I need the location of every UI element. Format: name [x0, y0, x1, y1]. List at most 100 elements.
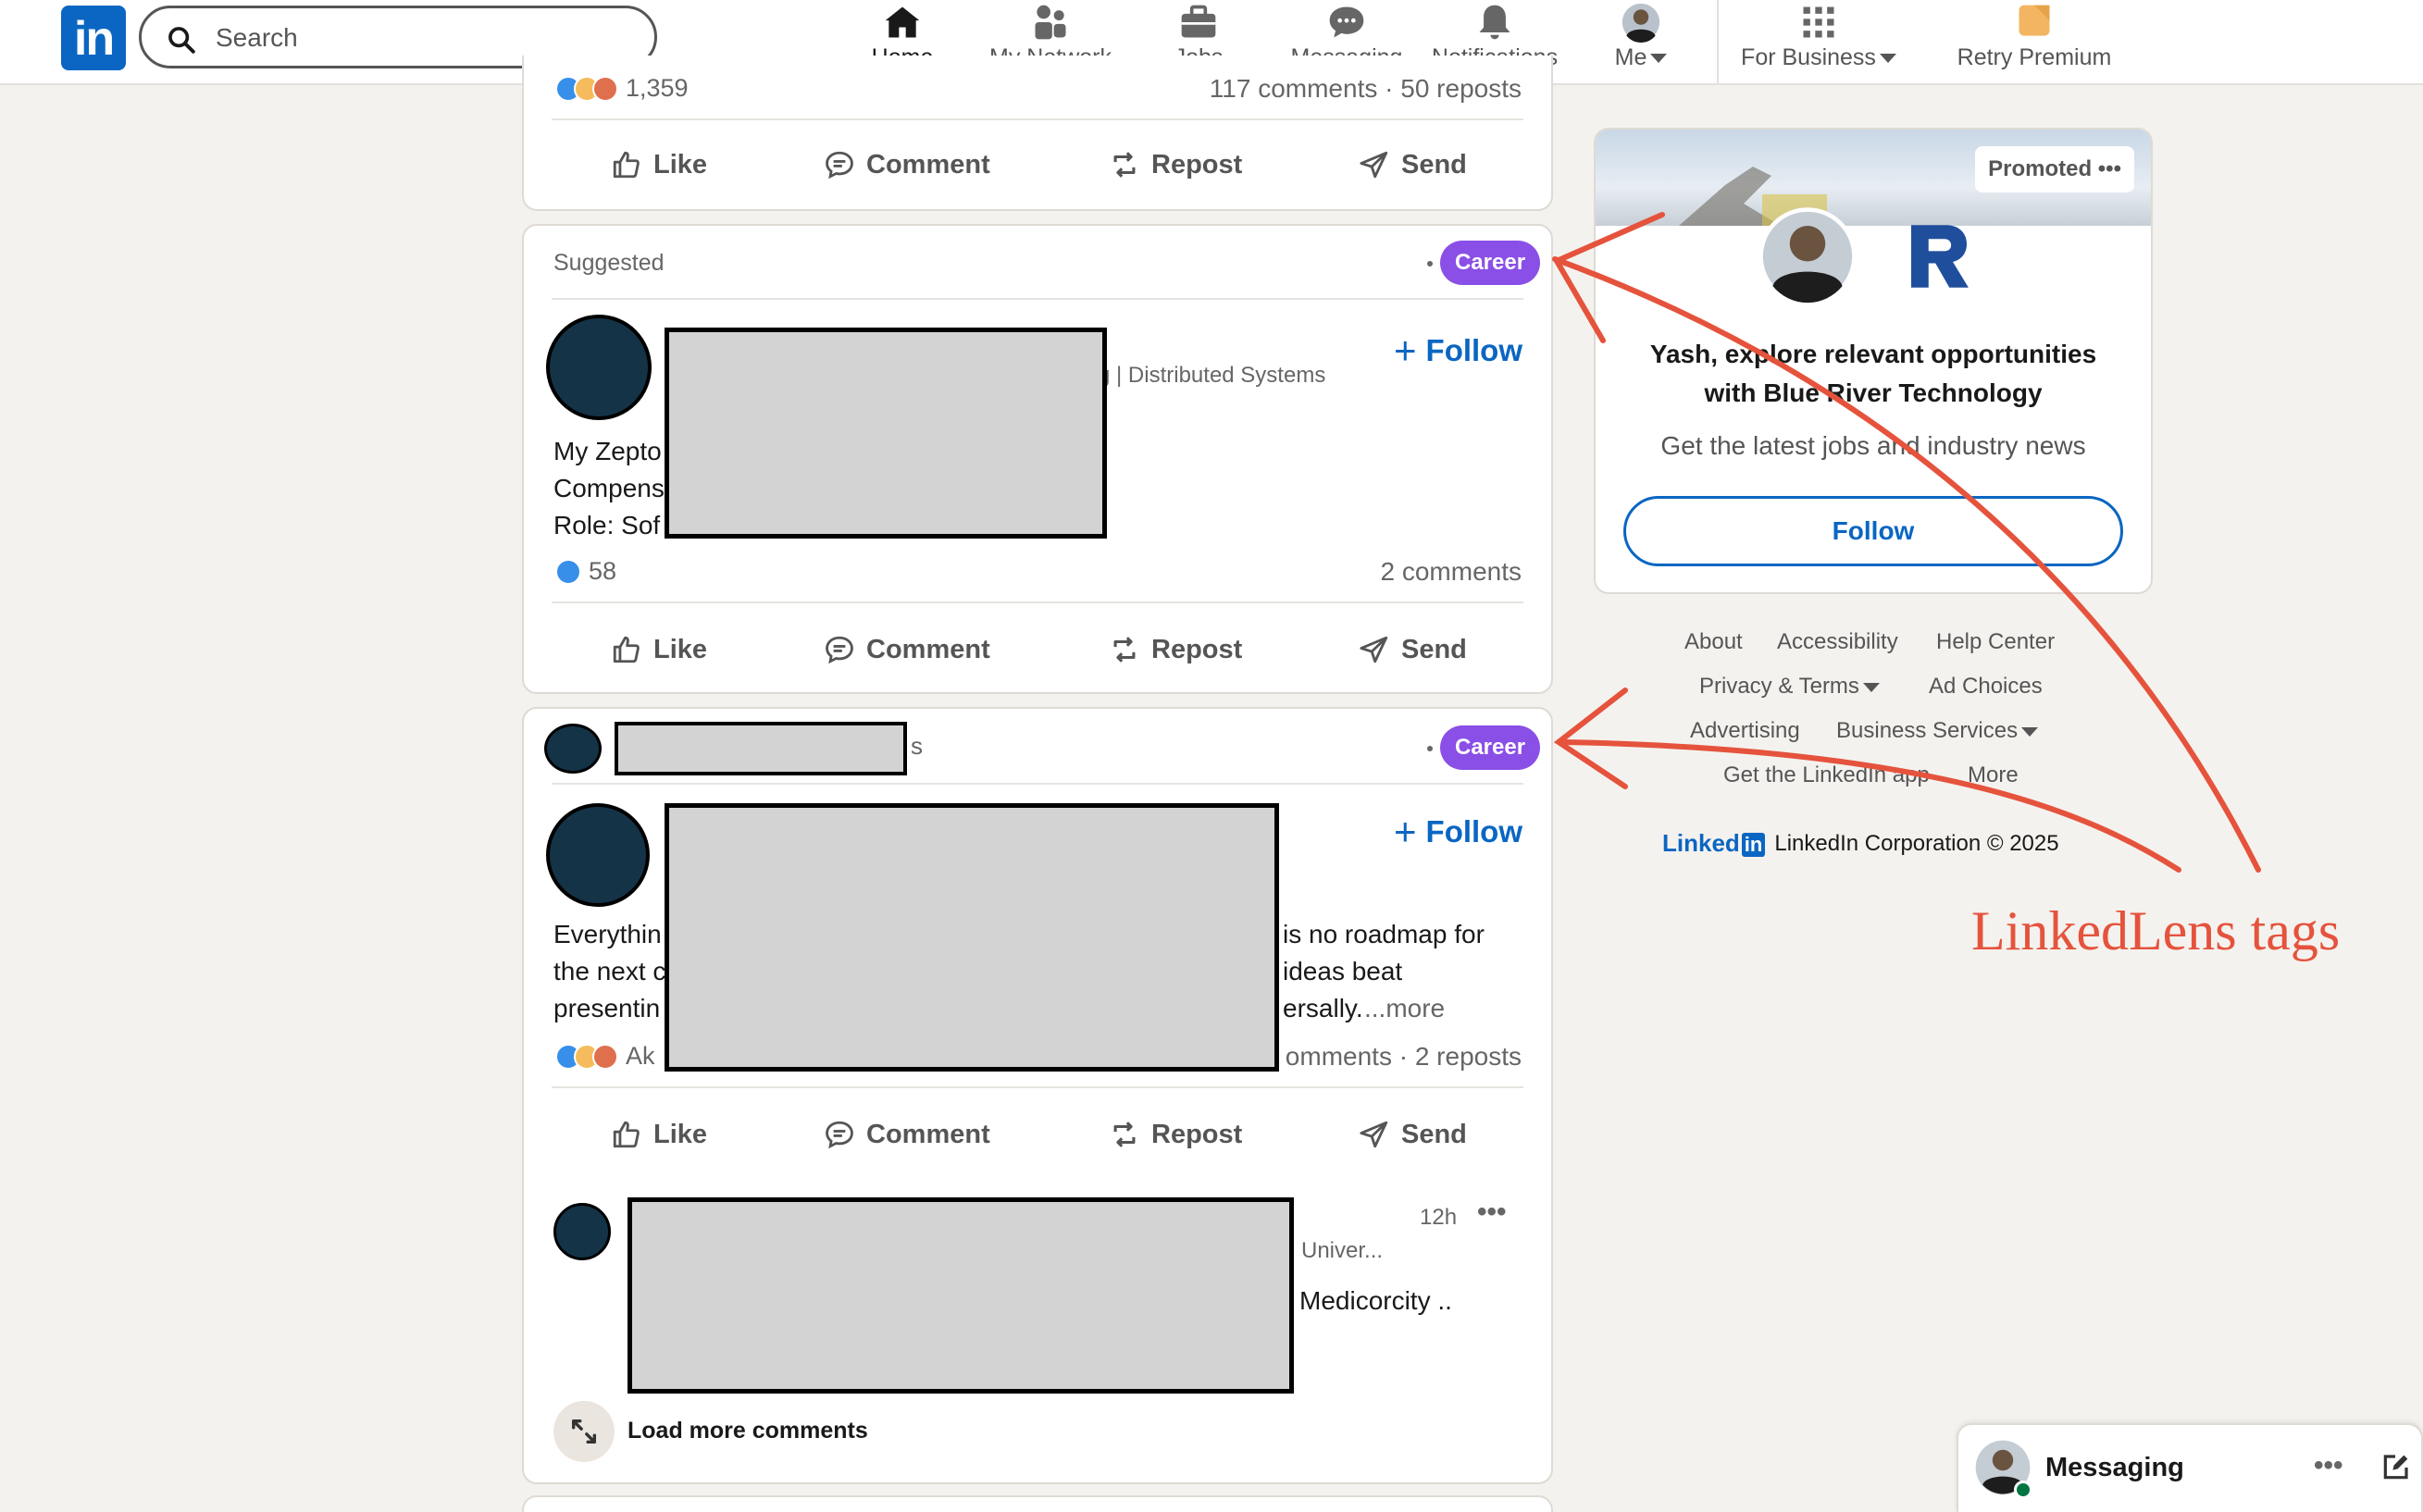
- more-options-icon[interactable]: •••: [2314, 1447, 2343, 1484]
- follow-label: Follow: [1425, 333, 1523, 367]
- search-input[interactable]: [216, 19, 623, 56]
- post-stats[interactable]: 117 comments · 50 reposts: [1210, 70, 1522, 107]
- repost-label: Repost: [1151, 149, 1243, 180]
- post-text-line: is no roadmap for: [1283, 920, 1485, 948]
- footer-link-ad-choices[interactable]: Ad Choices: [1929, 674, 2043, 700]
- post-text-line: the next c: [553, 957, 666, 985]
- divider: [552, 1086, 1523, 1088]
- repost-icon: [1113, 637, 1136, 663]
- annotation-arrowhead: [1553, 688, 1628, 789]
- divider: [552, 118, 1523, 120]
- comment-button[interactable]: Comment: [824, 1097, 990, 1171]
- nav-for-business[interactable]: For Business: [1731, 0, 1907, 85]
- post-text-line: ersally.: [1283, 994, 1363, 1022]
- reaction-summary[interactable]: Ak: [555, 1042, 655, 1071]
- post-text-line: ideas beat: [1283, 957, 1403, 985]
- premium-icon: [2019, 5, 2050, 36]
- comment-button[interactable]: Comment: [824, 128, 990, 202]
- comment-icon: [826, 636, 853, 664]
- footer-link-advertising[interactable]: Advertising: [1690, 718, 1800, 744]
- like-button[interactable]: Like: [611, 613, 707, 687]
- comment-label: Comment: [866, 149, 990, 180]
- like-button[interactable]: Like: [611, 128, 707, 202]
- redacted-block: [615, 722, 907, 775]
- post-text-line: Role: Sof: [553, 511, 661, 539]
- actor-avatar[interactable]: [544, 724, 602, 774]
- like-reaction-icon: [555, 558, 581, 585]
- compose-icon[interactable]: [2380, 1453, 2410, 1482]
- footer-link-privacy-terms[interactable]: Privacy & Terms: [1699, 674, 1880, 700]
- load-more-comments-label[interactable]: Load more comments: [627, 1412, 868, 1449]
- like-button[interactable]: Like: [611, 1097, 707, 1171]
- actor-name-suffix: s: [911, 732, 923, 760]
- footer-link-about[interactable]: About: [1684, 629, 1743, 655]
- follow-button[interactable]: + Follow: [1394, 812, 1522, 851]
- footer-link-help-center[interactable]: Help Center: [1936, 629, 2055, 655]
- comments-count[interactable]: 2 comments: [1381, 553, 1522, 590]
- promoted-label[interactable]: Promoted •••: [1975, 146, 2134, 192]
- career-tag: Career: [1440, 725, 1541, 770]
- footer-link-get-app[interactable]: Get the LinkedIn app: [1723, 762, 1930, 788]
- comment-icon: [826, 151, 853, 180]
- linkedin-logo[interactable]: in: [61, 6, 126, 70]
- repost-button[interactable]: Repost: [1109, 1097, 1242, 1171]
- repost-label: Repost: [1151, 634, 1243, 664]
- thumbs-up-icon: [613, 1121, 640, 1148]
- repost-icon: [1113, 152, 1136, 178]
- send-button[interactable]: Send: [1359, 128, 1467, 202]
- send-button[interactable]: Send: [1359, 613, 1467, 687]
- separator-dot: [1427, 261, 1433, 266]
- expand-icon: [571, 1419, 597, 1444]
- nav-separator: [1717, 0, 1719, 85]
- search-icon: [168, 27, 195, 54]
- comment-icon: [826, 1121, 853, 1149]
- comment-text: Medicorcity ..: [1299, 1286, 1452, 1315]
- ad-subtitle: Get the latest jobs and industry news: [1660, 431, 2086, 460]
- commenter-avatar[interactable]: [553, 1203, 611, 1260]
- redacted-block: [627, 1197, 1294, 1394]
- post-stats[interactable]: omments · 2 reposts: [1286, 1038, 1522, 1075]
- copyright-text: LinkedIn Corporation © 2025: [1774, 830, 2059, 856]
- post-text-line: presentin: [553, 994, 661, 1022]
- send-button[interactable]: Send: [1359, 1097, 1467, 1171]
- follow-button[interactable]: + Follow: [1394, 331, 1522, 370]
- more-options-icon[interactable]: •••: [2098, 156, 2121, 181]
- author-avatar[interactable]: [546, 803, 650, 907]
- repost-button[interactable]: Repost: [1109, 128, 1242, 202]
- reaction-summary[interactable]: 58: [555, 557, 616, 586]
- post-actions: Like Comment Repost Send: [524, 613, 1551, 687]
- comment-button[interactable]: Comment: [824, 613, 990, 687]
- chevron-down-icon: [1650, 54, 1668, 64]
- chevron-down-icon: [2021, 726, 2039, 737]
- nav-me[interactable]: Me: [1599, 0, 1683, 85]
- nav-retry-premium[interactable]: Retry Premium: [1944, 0, 2125, 85]
- messaging-label: Messaging: [2045, 1453, 2184, 1482]
- messaging-bar[interactable]: Messaging •••: [1957, 1423, 2423, 1512]
- send-label: Send: [1401, 634, 1467, 664]
- footer-link-business-services[interactable]: Business Services: [1836, 718, 2039, 744]
- ad-follow-button[interactable]: Follow: [1623, 496, 2123, 566]
- thumbs-up-icon: [613, 151, 640, 179]
- briefcase-icon: [1181, 5, 1216, 38]
- repost-button[interactable]: Repost: [1109, 613, 1242, 687]
- avatar: [1622, 3, 1660, 43]
- more-options-icon[interactable]: •••: [1477, 1194, 1507, 1231]
- reaction-names: Ak: [626, 1042, 655, 1070]
- grid-icon: [1803, 6, 1834, 38]
- send-label: Send: [1401, 1119, 1467, 1149]
- love-reaction-icon: [592, 75, 618, 102]
- author-avatar[interactable]: [546, 315, 652, 420]
- like-label: Like: [653, 634, 708, 664]
- career-tag: Career: [1440, 241, 1541, 285]
- follow-label: Follow: [1425, 814, 1523, 849]
- load-more-comments-button[interactable]: [553, 1401, 615, 1462]
- footer-link-accessibility[interactable]: Accessibility: [1777, 629, 1898, 655]
- people-icon: [1035, 5, 1066, 40]
- feed-post: 1,359 117 comments · 50 reposts Like Com…: [522, 56, 1553, 211]
- reaction-summary[interactable]: 1,359: [555, 74, 689, 103]
- divider: [552, 783, 1523, 785]
- see-more-link[interactable]: ...more: [1364, 990, 1445, 1027]
- redacted-block: [665, 803, 1279, 1072]
- plus-icon: +: [1394, 810, 1417, 853]
- footer-link-more[interactable]: More: [1968, 762, 2019, 788]
